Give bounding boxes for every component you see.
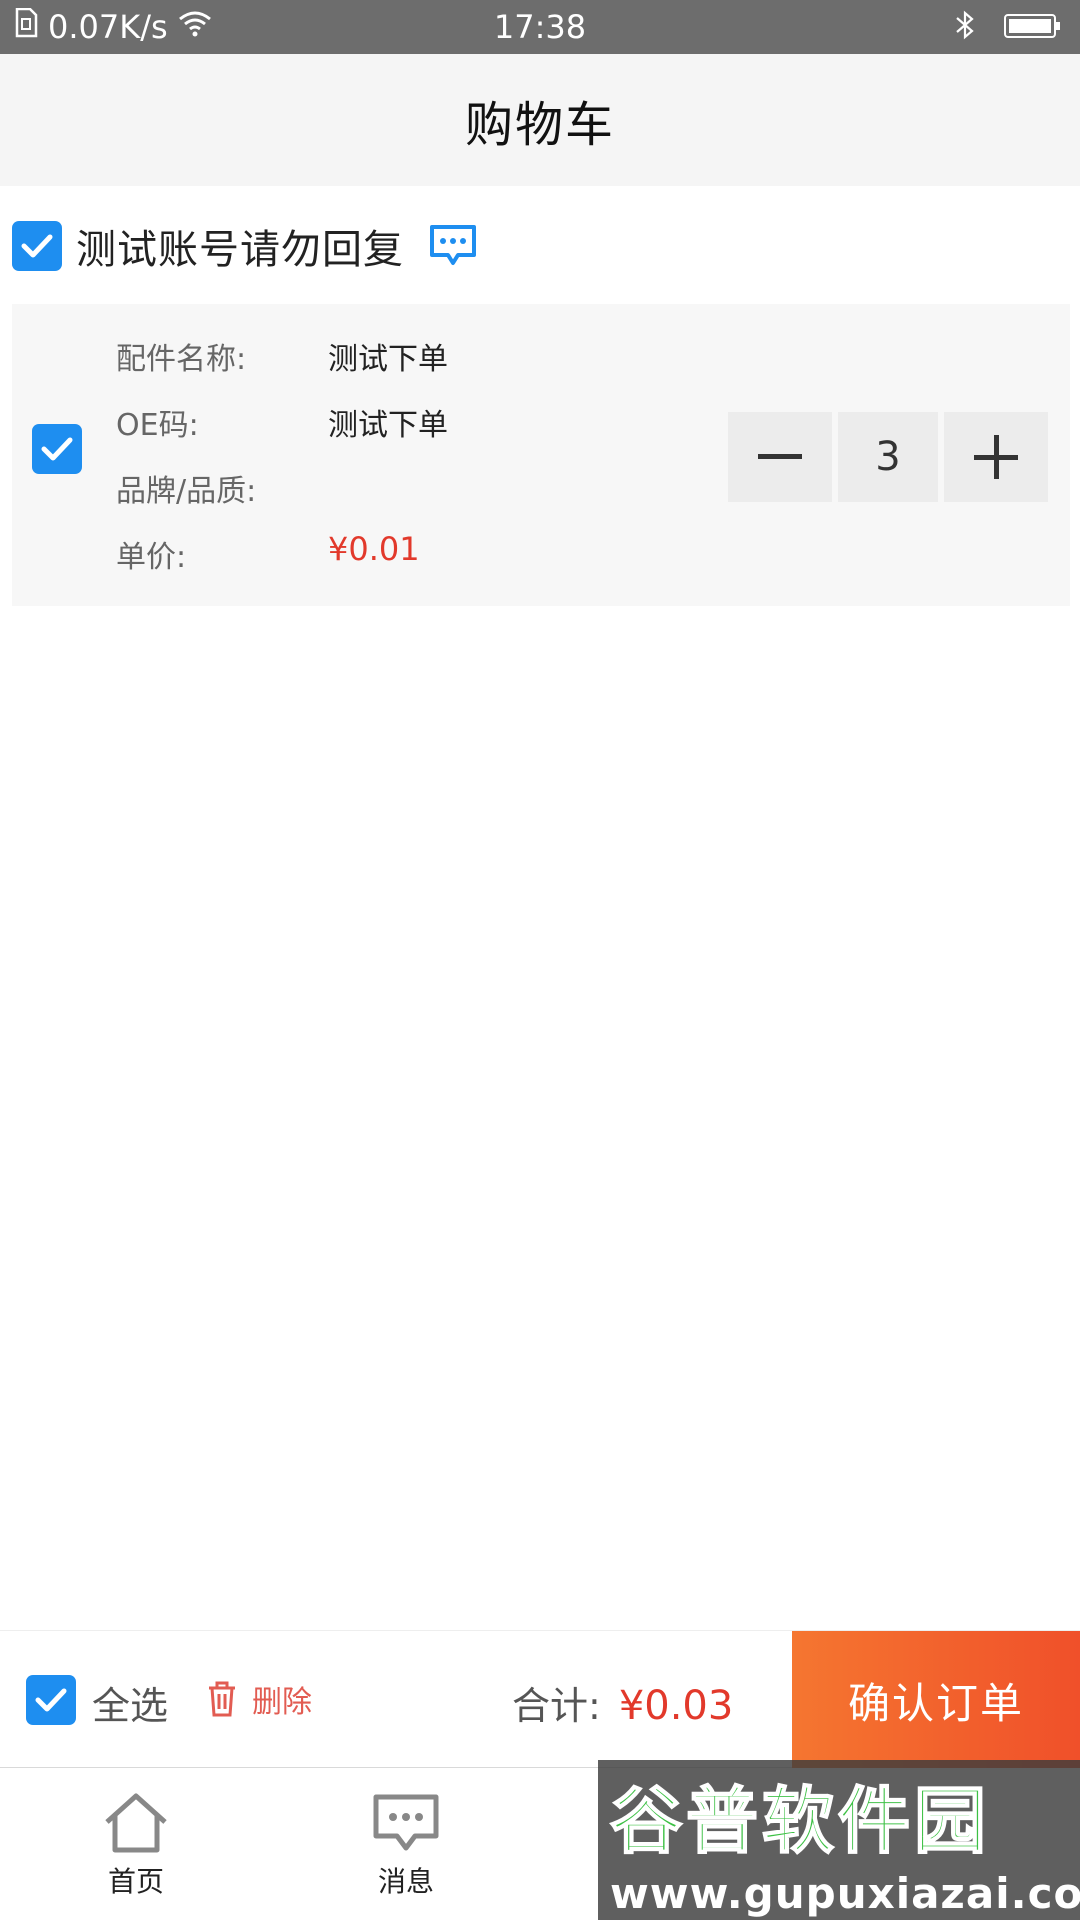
tab-messages[interactable]: 消息 [326,1792,486,1900]
confirm-order-button[interactable]: 确认订单 [792,1631,1080,1769]
page-header: 购物车 [0,54,1080,186]
select-all-label[interactable]: 全选 [92,1675,168,1730]
cart-item: 配件名称: 测试下单 OE码: 测试下单 品牌/品质: 单价: ¥0.01 3 [12,304,1070,606]
battery-icon [1004,10,1062,48]
total-section: 合计: ¥0.03 [512,1675,733,1730]
minus-icon [758,454,802,459]
part-name-value: 测试下单 [328,342,448,377]
part-name-label: 配件名称: [116,342,247,377]
shop-name[interactable]: 测试账号请勿回复 [76,217,404,275]
increase-button[interactable] [944,412,1048,502]
watermark-title: 谷普软件园 [609,1778,991,1864]
cart-action-bar: 全选 删除 合计: ¥0.03 确认订单 [0,1630,1080,1769]
tab-home[interactable]: 首页 [56,1792,216,1900]
delete-button[interactable]: 删除 [206,1677,312,1721]
status-time: 17:38 [493,8,587,46]
page-title: 购物车 [464,97,615,153]
item-checkbox[interactable] [32,424,82,474]
check-icon [35,1688,67,1712]
chat-icon[interactable] [428,223,478,269]
trash-icon [209,1681,235,1717]
home-icon [105,1793,167,1853]
cart-screen: 0.07K/s 17:38 购物车 测试账号请勿回复 配件名称: 测试下单 OE… [0,0,1080,1920]
unit-price-label: 单价: [116,540,187,575]
decrease-button[interactable] [728,412,832,502]
check-icon [21,234,53,258]
status-bar: 0.07K/s 17:38 [0,0,1080,54]
watermark-url: www.gupuxiazai.com [610,1869,1080,1918]
tab-home-label: 首页 [107,1865,164,1898]
total-label: 合计: [512,1684,601,1728]
shop-checkbox[interactable] [12,221,62,271]
quantity-stepper: 3 [728,412,1048,502]
bluetooth-icon [954,10,976,48]
shop-row: 测试账号请勿回复 [0,196,1080,296]
brand-quality-label: 品牌/品质: [116,474,257,509]
status-right [954,10,1062,48]
check-icon [41,437,73,461]
select-all-checkbox[interactable] [26,1675,76,1725]
tab-messages-label: 消息 [377,1865,434,1898]
watermark: 谷普软件园 www.gupuxiazai.com [598,1760,1080,1920]
oe-code-label: OE码: [116,408,199,443]
oe-code-value: 测试下单 [328,408,448,443]
plus-icon [974,435,1018,479]
message-icon [373,1794,439,1851]
delete-label: 删除 [252,1685,312,1720]
quantity-value[interactable]: 3 [838,412,938,502]
unit-price-value: ¥0.01 [328,530,420,568]
total-value: ¥0.03 [618,1683,734,1729]
